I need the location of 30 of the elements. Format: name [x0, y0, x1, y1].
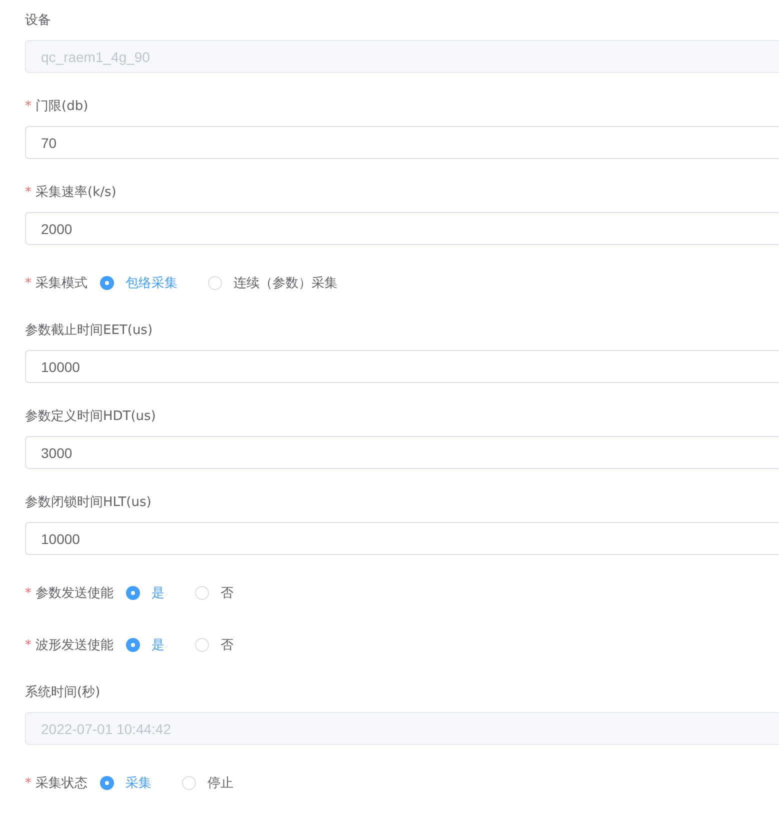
radio-button[interactable]	[100, 276, 114, 290]
required-mark: *	[25, 276, 32, 290]
radio-label[interactable]: 否	[220, 584, 234, 602]
required-mark: *	[25, 98, 32, 116]
input-field[interactable]: 10000	[25, 522, 779, 555]
radio-label[interactable]: 停止	[208, 774, 234, 792]
required-mark: *	[25, 586, 32, 600]
field-label: 参数闭锁时间HLT(us)	[25, 494, 152, 512]
required-mark: *	[25, 184, 32, 202]
radio-label[interactable]: 连续（参数）采集	[234, 274, 338, 292]
input-field[interactable]: 2000	[25, 212, 779, 245]
required-mark: *	[25, 638, 32, 652]
field-label: 门限(db)	[36, 98, 88, 116]
field-label: 系统时间(秒)	[25, 684, 100, 702]
input-field[interactable]: 3000	[25, 436, 779, 469]
radio-button[interactable]	[100, 776, 114, 790]
required-mark: *	[25, 776, 32, 790]
radio-label[interactable]: 否	[220, 636, 234, 654]
field-label: 参数定义时间HDT(us)	[25, 408, 156, 426]
input-field[interactable]: 10000	[25, 350, 779, 383]
radio-button[interactable]	[126, 638, 140, 652]
field-label: 参数截止时间EET(us)	[25, 322, 153, 340]
field-label: 采集速率(k/s)	[36, 184, 116, 202]
field-label: 采集状态	[36, 775, 88, 792]
radio-button[interactable]	[126, 586, 140, 600]
input-field[interactable]: 70	[25, 126, 779, 159]
field-label: 设备	[25, 12, 51, 30]
field-label: 波形发送使能	[36, 637, 114, 654]
field-label: 参数发送使能	[36, 585, 114, 602]
field-label: 采集模式	[36, 275, 88, 292]
